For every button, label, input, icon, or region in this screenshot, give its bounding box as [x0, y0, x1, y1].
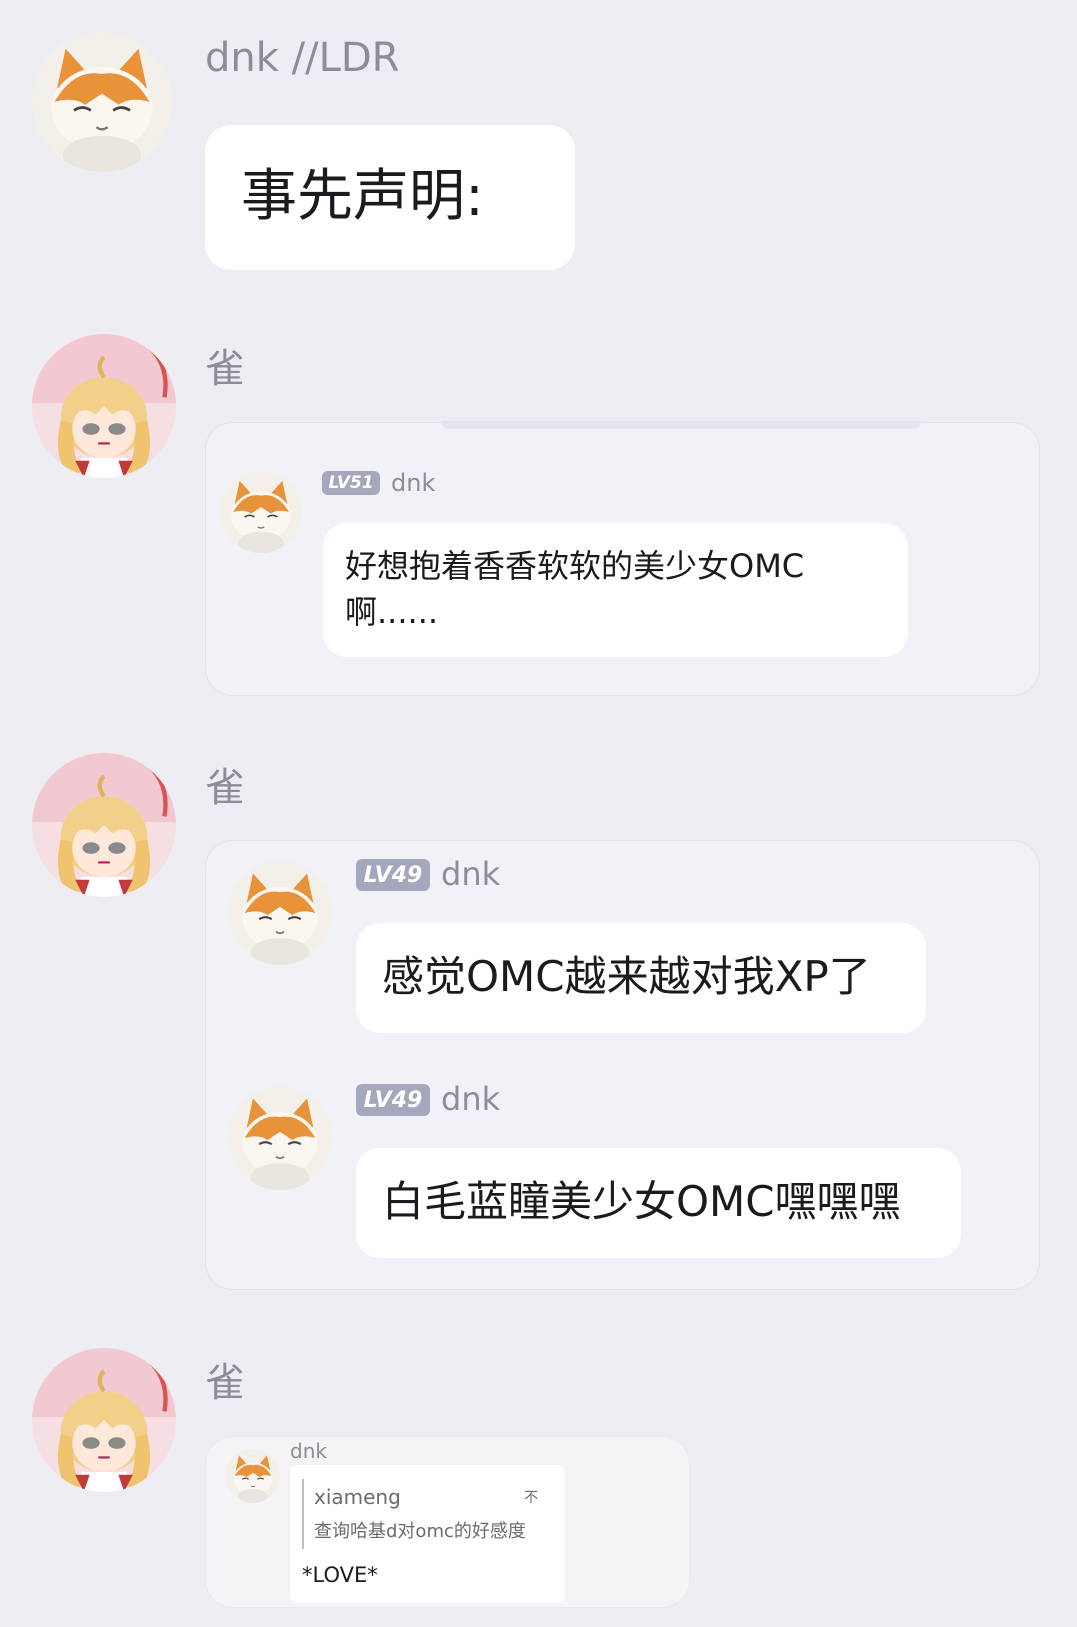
level-badge: LV49	[356, 859, 430, 891]
forward-card[interactable]: dnk xiameng 不 查询哈基d对omc的好感度 *LOVE*	[205, 1436, 690, 1608]
reply-user: xiameng	[314, 1485, 401, 1509]
sender-name: dnk //LDR	[205, 35, 400, 81]
sender-name: 雀	[205, 765, 245, 811]
forward-content: xiameng 不 查询哈基d对omc的好感度 *LOVE*	[290, 1465, 565, 1603]
card-edge	[441, 421, 921, 429]
quote-line: 好想抱着香香软软的美少女OMC	[345, 547, 805, 585]
reply-bar	[302, 1479, 304, 1549]
quote-card[interactable]: LV51 dnk 好想抱着香香软软的美少女OMC 啊......	[205, 421, 1040, 696]
cat-avatar-icon	[220, 471, 302, 553]
quote-text: 好想抱着香香软软的美少女OMC 啊......	[323, 523, 908, 657]
quote-line: 啊......	[345, 593, 439, 631]
quote-text: 白毛蓝瞳美少女OMC嘿嘿嘿	[356, 1148, 961, 1258]
sender-name: 雀	[205, 1360, 245, 1406]
quote-author: dnk	[441, 855, 501, 893]
level-badge: LV51	[322, 471, 380, 495]
anime-girl-avatar-icon[interactable]	[32, 334, 176, 478]
reply-text: 查询哈基d对omc的好感度	[314, 1521, 526, 1542]
cat-avatar-icon	[228, 1086, 332, 1190]
anime-girl-avatar-icon[interactable]	[32, 1348, 176, 1492]
quote-author: dnk	[391, 469, 436, 497]
message-bubble[interactable]: 事先声明:	[205, 125, 575, 270]
cat-avatar-icon	[228, 861, 332, 965]
quote-author: dnk	[441, 1080, 501, 1118]
quote-card[interactable]: LV49 dnk 感觉OMC越来越对我XP了 LV49 dnk 白毛蓝瞳美少女O…	[205, 840, 1040, 1290]
cat-avatar-icon[interactable]	[32, 32, 172, 172]
quote-text: 感觉OMC越来越对我XP了	[356, 923, 926, 1033]
sender-name: 雀	[205, 346, 245, 392]
cat-avatar-icon	[226, 1449, 280, 1503]
forward-text: *LOVE*	[302, 1563, 378, 1587]
forward-author: dnk	[290, 1439, 327, 1463]
level-badge: LV49	[356, 1084, 430, 1116]
reply-mark: 不	[524, 1490, 538, 1506]
anime-girl-avatar-icon[interactable]	[32, 753, 176, 897]
